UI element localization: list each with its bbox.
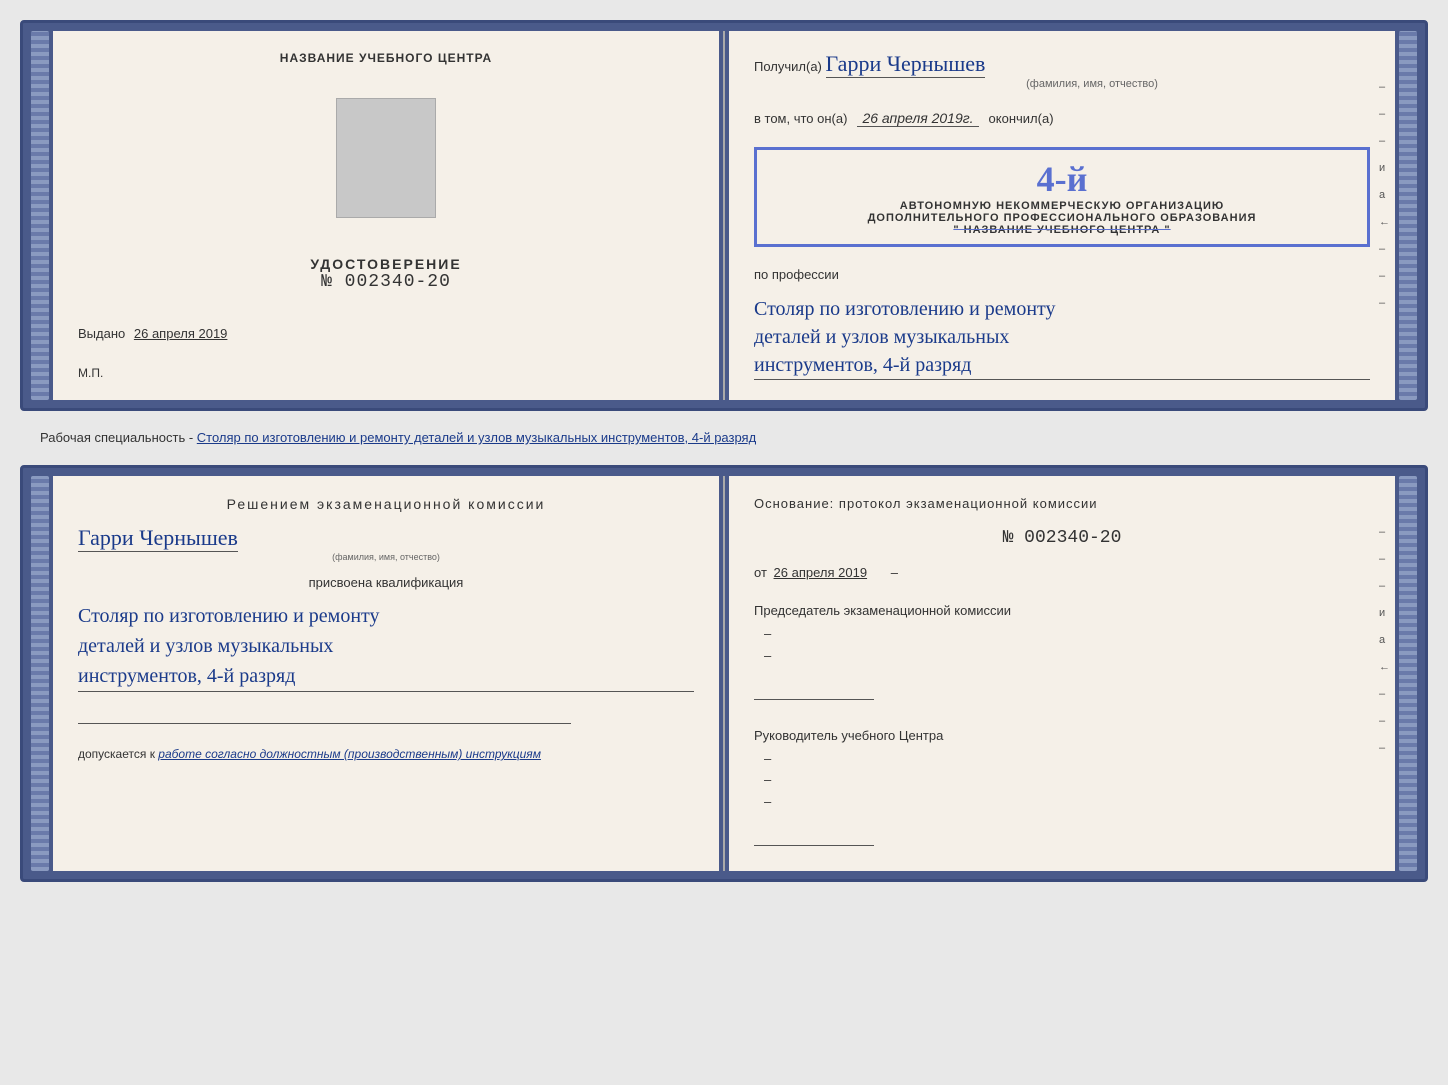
profession-line2: деталей и узлов музыкальных xyxy=(754,326,1009,348)
profession-label: по профессии xyxy=(754,267,1370,282)
middle-text-prefix: Рабочая специальность - xyxy=(40,430,197,445)
bottom-person-name: Гарри Чернышев xyxy=(78,525,238,552)
certificate-title-block: УДОСТОВЕРЕНИЕ № 002340-20 xyxy=(310,256,461,292)
date-value: 26 апреля 2019г. xyxy=(857,110,978,127)
basis-title: Основание: протокол экзаменационной коми… xyxy=(754,496,1370,511)
right-decorative-marks: – – – и а ← – – – xyxy=(1379,81,1390,309)
date-row: в том, что он(а) 26 апреля 2019г. окончи… xyxy=(754,110,1370,127)
separator-line xyxy=(78,723,571,724)
profession-line3: инструментов, 4-й разряд xyxy=(754,354,971,376)
protocol-date: от 26 апреля 2019 – xyxy=(754,565,1370,580)
допускается-value: работе согласно должностным (производств… xyxy=(158,747,541,761)
diploma-right-panel: Получил(а) Гарри Чернышев (фамилия, имя,… xyxy=(729,31,1395,400)
bottom-fio-hint: (фамилия, имя, отчество) xyxy=(78,552,694,562)
chairman-role: Председатель экзаменационной комиссии – … xyxy=(754,602,1370,705)
top-diploma: НАЗВАНИЕ УЧЕБНОГО ЦЕНТРА УДОСТОВЕРЕНИЕ №… xyxy=(20,20,1428,411)
cert-number: № 002340-20 xyxy=(310,272,461,292)
stamp-line3: " НАЗВАНИЕ УЧЕБНОГО ЦЕНТРА " xyxy=(769,224,1355,236)
recipient-name: Гарри Чернышев xyxy=(826,51,986,78)
bottom-right-panel: Основание: протокол экзаменационной коми… xyxy=(729,476,1395,871)
center-divider xyxy=(723,31,725,400)
profession-line1: Столяр по изготовлению и ремонту xyxy=(754,298,1056,320)
school-name-top: НАЗВАНИЕ УЧЕБНОГО ЦЕНТРА xyxy=(280,51,492,65)
protocol-date-value: 26 апреля 2019 xyxy=(774,565,868,580)
допускается-row: допускается к работе согласно должностны… xyxy=(78,747,694,761)
bottom-right-strip xyxy=(1399,476,1417,871)
issued-block: Выдано 26 апреля 2019 xyxy=(78,325,694,343)
diploma-left-panel: НАЗВАНИЕ УЧЕБНОГО ЦЕНТРА УДОСТОВЕРЕНИЕ №… xyxy=(53,31,719,400)
bottom-left-panel: Решением экзаменационной комиссии Гарри … xyxy=(53,476,719,871)
bottom-center-divider xyxy=(723,476,725,871)
date-prefix: в том, что он(а) xyxy=(754,111,847,126)
qual-line2: деталей и узлов музыкальных xyxy=(78,635,333,657)
protocol-date-dash: – xyxy=(891,565,898,580)
director-signature-line xyxy=(754,826,874,846)
bottom-left-strip xyxy=(31,476,49,871)
recipient-block: Получил(а) Гарри Чернышев (фамилия, имя,… xyxy=(754,51,1370,90)
spacer xyxy=(78,700,694,715)
допускается-prefix: допускается к xyxy=(78,747,155,761)
page-container: НАЗВАНИЕ УЧЕБНОГО ЦЕНТРА УДОСТОВЕРЕНИЕ №… xyxy=(20,20,1428,882)
fio-hint-top: (фамилия, имя, отчество) xyxy=(814,78,1370,90)
issued-date: 26 апреля 2019 xyxy=(134,326,228,341)
bottom-person-block: Гарри Чернышев (фамилия, имя, отчество) xyxy=(78,520,694,562)
stamp-line2: ДОПОЛНИТЕЛЬНОГО ПРОФЕССИОНАЛЬНОГО ОБРАЗО… xyxy=(769,212,1355,224)
stamp-grade: 4-й xyxy=(769,158,1355,200)
middle-description: Рабочая специальность - Столяр по изгото… xyxy=(20,421,1428,455)
qual-line1: Столяр по изготовлению и ремонту xyxy=(78,605,380,627)
finished-word: окончил(а) xyxy=(989,111,1054,126)
received-prefix: Получил(а) xyxy=(754,59,822,74)
qualification-value: Столяр по изготовлению и ремонту деталей… xyxy=(78,601,694,692)
profession-value: Столяр по изготовлению и ремонту деталей… xyxy=(754,295,1370,380)
decision-title: Решением экзаменационной комиссии xyxy=(78,496,694,512)
chairman-signature-line xyxy=(754,680,874,700)
qualification-label: присвоена квалификация xyxy=(78,575,694,590)
stamp-block: 4-й АВТОНОМНУЮ НЕКОММЕРЧЕСКУЮ ОРГАНИЗАЦИ… xyxy=(754,147,1370,247)
stamp-line1: АВТОНОМНУЮ НЕКОММЕРЧЕСКУЮ ОРГАНИЗАЦИЮ xyxy=(769,200,1355,212)
protocol-number: № 002340-20 xyxy=(754,528,1370,548)
photo-placeholder xyxy=(336,98,436,218)
cert-word: УДОСТОВЕРЕНИЕ xyxy=(310,256,461,272)
qual-line3: инструментов, 4-й разряд xyxy=(78,665,295,687)
bottom-right-decorative: – – – и а ← – – – xyxy=(1379,526,1390,754)
director-role: Руководитель учебного Центра – – – xyxy=(754,727,1370,851)
mp-label: М.П. xyxy=(78,366,694,380)
bottom-diploma: Решением экзаменационной комиссии Гарри … xyxy=(20,465,1428,882)
issued-label: Выдано 26 апреля 2019 xyxy=(78,326,227,341)
date-from-prefix: от xyxy=(754,565,767,580)
middle-text-specialty: Столяр по изготовлению и ремонту деталей… xyxy=(197,430,756,445)
left-decorative-strip xyxy=(31,31,49,400)
right-decorative-strip xyxy=(1399,31,1417,400)
